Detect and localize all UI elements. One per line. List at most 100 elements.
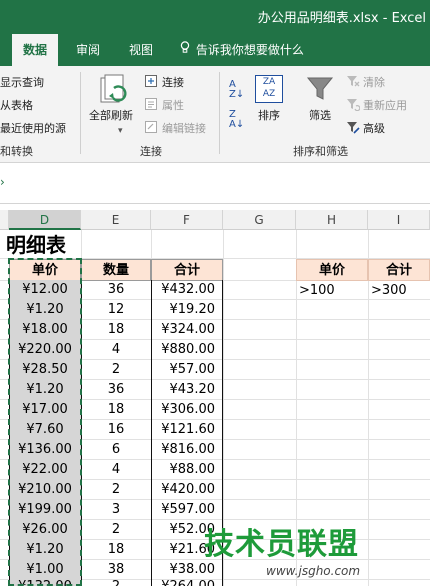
- cell-qty[interactable]: 38: [81, 560, 151, 580]
- cell-price[interactable]: ¥12.00: [9, 280, 81, 300]
- cell-price[interactable]: ¥1.20: [9, 380, 81, 400]
- cell-price[interactable]: ¥17.00: [9, 400, 81, 420]
- table-border: [151, 280, 152, 586]
- watermark-logo: 技术员联盟: [204, 527, 359, 562]
- reapply-icon: [346, 97, 361, 114]
- sort-descending-icon[interactable]: Z A↓: [229, 110, 244, 130]
- ribbon-data: 显示查询 从表格 最近使用的源 和转换 全部刷新 ▾ 连接 属性 编辑链接 连接…: [0, 66, 430, 163]
- cell-qty[interactable]: 12: [81, 300, 151, 320]
- cell-total[interactable]: ¥121.60: [151, 420, 223, 440]
- cell-total[interactable]: ¥324.00: [151, 320, 223, 340]
- header-qty[interactable]: 数量: [81, 259, 151, 281]
- connections-icon: [145, 75, 157, 90]
- cell-qty[interactable]: 16: [81, 420, 151, 440]
- show-queries-button[interactable]: 显示查询: [0, 74, 44, 90]
- sort-filter-group-label: 排序和筛选: [293, 145, 348, 158]
- column-header-f[interactable]: F: [151, 210, 223, 230]
- connections-group-label: 连接: [140, 145, 162, 158]
- tab-view[interactable]: 视图: [129, 34, 153, 66]
- properties-button[interactable]: 属性: [162, 97, 184, 113]
- cell-price[interactable]: ¥1.20: [9, 300, 81, 320]
- cell-total[interactable]: ¥19.20: [151, 300, 223, 320]
- cell-price[interactable]: ¥199.00: [9, 500, 81, 520]
- get-transform-group-label: 和转换: [0, 145, 33, 158]
- sort-dialog-icon[interactable]: ZA AZ: [255, 75, 283, 103]
- cell-total[interactable]: ¥264.00: [151, 580, 223, 586]
- cell-price[interactable]: ¥1.00: [9, 560, 81, 580]
- refresh-all-button[interactable]: 全部刷新: [89, 107, 133, 123]
- header-price[interactable]: 单价: [9, 259, 81, 281]
- cell-price[interactable]: ¥220.00: [9, 340, 81, 360]
- column-header-e[interactable]: E: [81, 210, 151, 230]
- advanced-filter-icon: [346, 120, 360, 137]
- tell-me-box[interactable]: 告诉我你想要做什么: [180, 34, 304, 66]
- reapply-button[interactable]: 重新应用: [363, 97, 407, 113]
- cell-qty[interactable]: 18: [81, 540, 151, 560]
- connections-button[interactable]: 连接: [162, 74, 184, 90]
- tab-data[interactable]: 数据: [12, 34, 58, 66]
- from-table-button[interactable]: 从表格: [0, 97, 33, 113]
- column-header-g[interactable]: G: [223, 210, 296, 230]
- cell-total[interactable]: ¥432.00: [151, 280, 223, 300]
- cell-qty[interactable]: 36: [81, 280, 151, 300]
- header-total[interactable]: 合计: [151, 259, 223, 281]
- cell-qty[interactable]: 18: [81, 400, 151, 420]
- column-header-d[interactable]: D: [9, 210, 81, 230]
- tab-review[interactable]: 审阅: [76, 34, 100, 66]
- cell-price[interactable]: ¥28.50: [9, 360, 81, 380]
- ribbon-tabs: 数据 审阅 视图 告诉我你想要做什么: [0, 34, 430, 66]
- cell-total[interactable]: ¥306.00: [151, 400, 223, 420]
- criteria-value-total[interactable]: >300: [371, 281, 407, 301]
- cell-total[interactable]: ¥43.20: [151, 380, 223, 400]
- cell-total[interactable]: ¥597.00: [151, 500, 223, 520]
- cell-total[interactable]: ¥38.00: [151, 560, 223, 580]
- table-border: [9, 280, 10, 586]
- cell-qty[interactable]: 2: [81, 580, 151, 586]
- cell-qty[interactable]: 36: [81, 380, 151, 400]
- cell-total[interactable]: ¥816.00: [151, 440, 223, 460]
- tell-me-text: 告诉我你想要做什么: [195, 43, 304, 57]
- formula-bar[interactable]: ›: [0, 163, 430, 204]
- table-border: [81, 280, 82, 586]
- column-header-h[interactable]: H: [296, 210, 368, 230]
- criteria-header-total[interactable]: 合计: [368, 259, 430, 281]
- filter-icon[interactable]: [306, 75, 334, 106]
- cell-qty[interactable]: 2: [81, 480, 151, 500]
- edit-links-icon: [145, 121, 157, 136]
- cell-price[interactable]: ¥7.60: [9, 420, 81, 440]
- cell-price[interactable]: ¥22.00: [9, 460, 81, 480]
- criteria-header-price[interactable]: 单价: [296, 259, 368, 281]
- edit-links-button[interactable]: 编辑链接: [162, 120, 206, 136]
- filter-button[interactable]: 筛选: [309, 107, 331, 123]
- clear-button[interactable]: 清除: [363, 74, 385, 90]
- advanced-button[interactable]: 高级: [363, 120, 385, 136]
- sort-ascending-icon[interactable]: A Z↓: [229, 80, 244, 100]
- cell-price[interactable]: ¥26.00: [9, 520, 81, 540]
- sort-button[interactable]: 排序: [258, 107, 280, 123]
- cell-qty[interactable]: 4: [81, 340, 151, 360]
- cell-price[interactable]: ¥210.00: [9, 480, 81, 500]
- gridline: [368, 230, 369, 586]
- cell-qty[interactable]: 2: [81, 360, 151, 380]
- cell-qty[interactable]: 18: [81, 320, 151, 340]
- column-header-i[interactable]: I: [368, 210, 430, 230]
- column-header-c[interactable]: [0, 210, 9, 230]
- cell-qty[interactable]: 6: [81, 440, 151, 460]
- cell-price[interactable]: ¥132.00: [9, 580, 81, 586]
- chevron-down-icon[interactable]: ▾: [118, 126, 123, 136]
- cell-price[interactable]: ¥1.20: [9, 540, 81, 560]
- sheet-title[interactable]: 明细表: [6, 232, 66, 258]
- recent-sources-button[interactable]: 最近使用的源: [0, 120, 66, 136]
- cell-qty[interactable]: 3: [81, 500, 151, 520]
- cell-price[interactable]: ¥136.00: [9, 440, 81, 460]
- cell-price[interactable]: ¥18.00: [9, 320, 81, 340]
- cell-total[interactable]: ¥57.00: [151, 360, 223, 380]
- cell-total[interactable]: ¥420.00: [151, 480, 223, 500]
- cell-total[interactable]: ¥880.00: [151, 340, 223, 360]
- cell-total[interactable]: ¥88.00: [151, 460, 223, 480]
- cell-qty[interactable]: 2: [81, 520, 151, 540]
- ribbon-separator: [219, 72, 220, 154]
- formula-chevron-icon[interactable]: ›: [0, 175, 5, 189]
- criteria-value-price[interactable]: >100: [299, 281, 335, 301]
- cell-qty[interactable]: 4: [81, 460, 151, 480]
